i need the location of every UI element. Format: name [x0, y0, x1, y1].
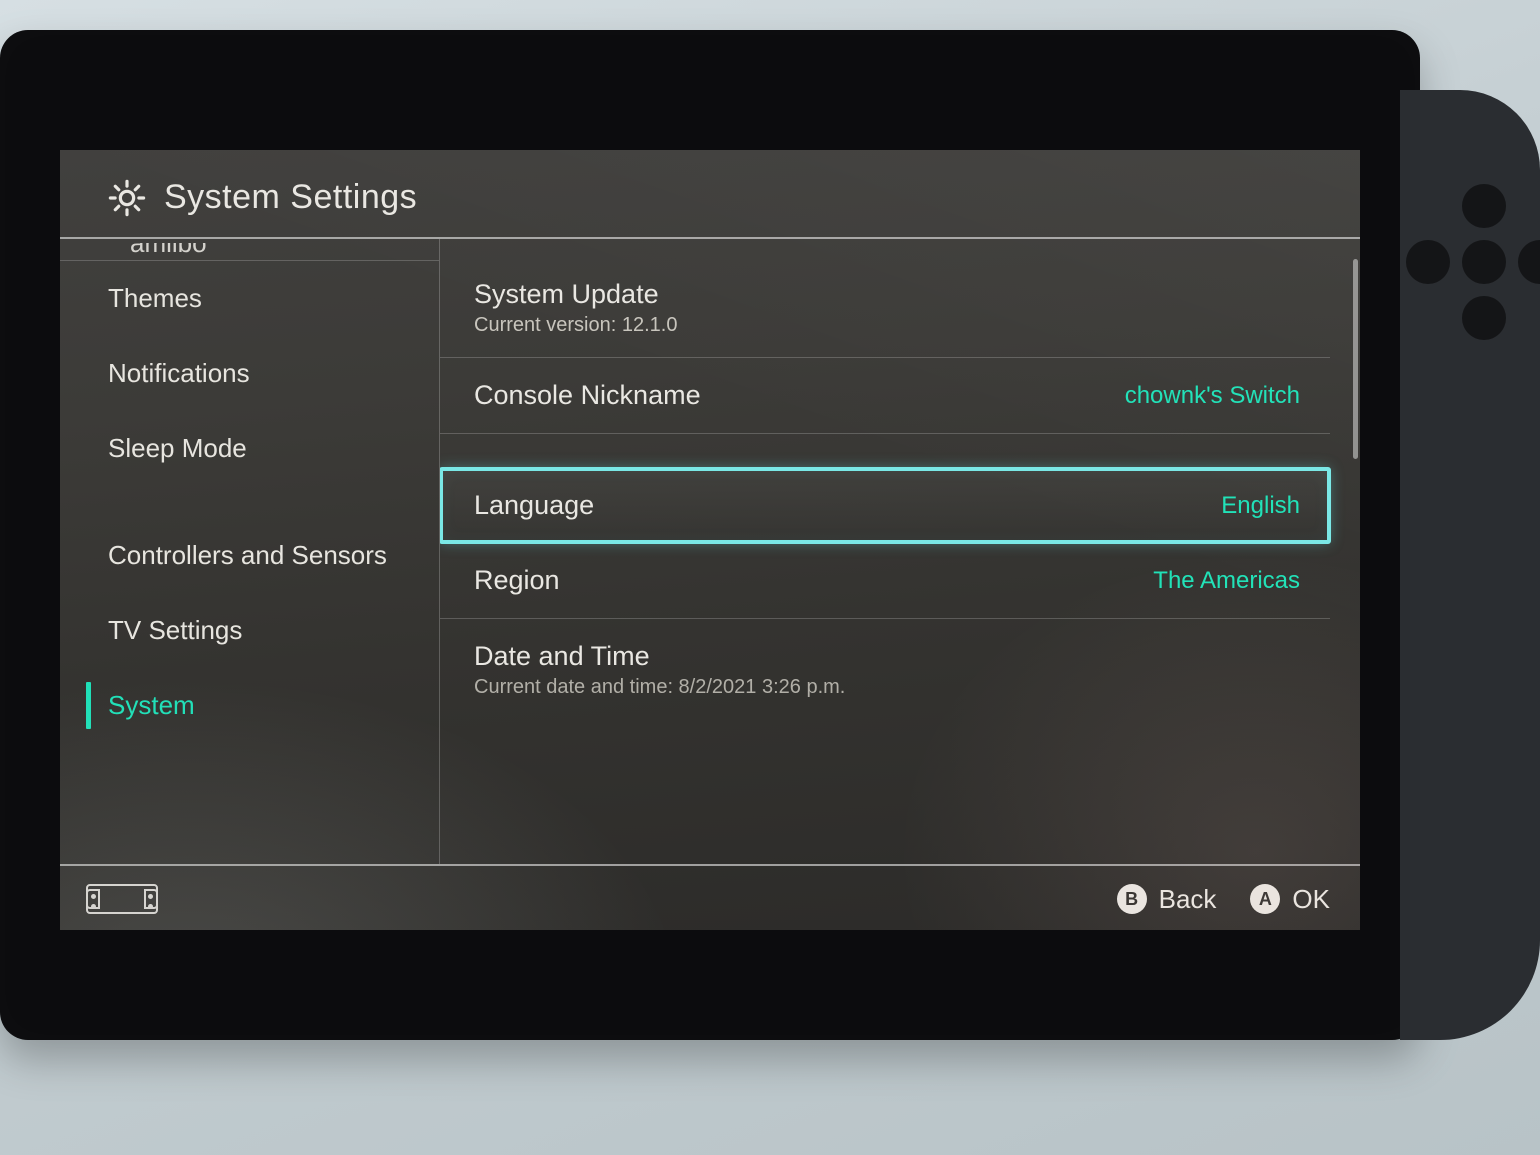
- row-value: English: [1221, 492, 1300, 520]
- row-label: Language: [474, 490, 594, 521]
- row-label: System Update: [474, 279, 659, 310]
- row-value: chownk's Switch: [1125, 382, 1300, 410]
- row-date-and-time-subtext: Current date and time: 8/2/2021 3:26 p.m…: [440, 676, 1330, 719]
- sidebar-item-label: TV Settings: [108, 615, 242, 645]
- b-button-icon: B: [1117, 884, 1147, 914]
- row-subtext: Current date and time: 8/2/2021 3:26 p.m…: [474, 676, 845, 699]
- sidebar-item-tv-settings[interactable]: TV Settings: [60, 593, 439, 668]
- sidebar-item-label: Notifications: [108, 358, 250, 388]
- joycon-buttons: [1462, 240, 1506, 284]
- header: System Settings: [60, 150, 1360, 239]
- sidebar-item-themes[interactable]: Themes: [60, 261, 439, 336]
- footer: B Back A OK: [60, 864, 1360, 930]
- row-label: Date and Time: [474, 641, 650, 672]
- sidebar-item-controllers-and-sensors[interactable]: Controllers and Sensors: [60, 518, 439, 593]
- row-subtext: Current version: 12.1.0: [474, 314, 677, 337]
- screen: System Settings amiibo Themes Notificati…: [60, 150, 1360, 930]
- sidebar-item-label: Themes: [108, 283, 202, 313]
- sidebar-item-label: System: [108, 690, 195, 720]
- sidebar-item-notifications[interactable]: Notifications: [60, 336, 439, 411]
- sidebar: amiibo Themes Notifications Sleep Mode C…: [60, 239, 440, 864]
- device-frame: System Settings amiibo Themes Notificati…: [0, 30, 1420, 1040]
- row-label: Region: [474, 565, 560, 596]
- back-label: Back: [1159, 884, 1217, 915]
- row-system-update-subtext: Current version: 12.1.0: [440, 314, 1330, 358]
- ok-label: OK: [1292, 884, 1330, 915]
- gear-icon: [108, 179, 146, 217]
- back-button[interactable]: B Back: [1117, 884, 1217, 915]
- row-language[interactable]: Language English: [440, 468, 1330, 543]
- controllers-icon[interactable]: [86, 884, 158, 914]
- joycon-right: [1400, 90, 1540, 1040]
- sidebar-item-label: Controllers and Sensors: [108, 540, 387, 570]
- ok-button[interactable]: A OK: [1250, 884, 1330, 915]
- row-region[interactable]: Region The Americas: [440, 543, 1330, 619]
- page-title: System Settings: [164, 178, 417, 217]
- sidebar-item-amiibo-cutoff[interactable]: amiibo: [60, 243, 439, 261]
- main-panel: System Update Current version: 12.1.0 Co…: [440, 239, 1360, 864]
- scrollbar[interactable]: [1353, 259, 1358, 459]
- sidebar-item-system[interactable]: System: [60, 668, 439, 743]
- row-value: The Americas: [1153, 567, 1300, 595]
- a-button-icon: A: [1250, 884, 1280, 914]
- row-console-nickname[interactable]: Console Nickname chownk's Switch: [440, 358, 1330, 434]
- sidebar-item-label: Sleep Mode: [108, 433, 247, 463]
- sidebar-item-sleep-mode[interactable]: Sleep Mode: [60, 411, 439, 486]
- row-label: Console Nickname: [474, 380, 701, 411]
